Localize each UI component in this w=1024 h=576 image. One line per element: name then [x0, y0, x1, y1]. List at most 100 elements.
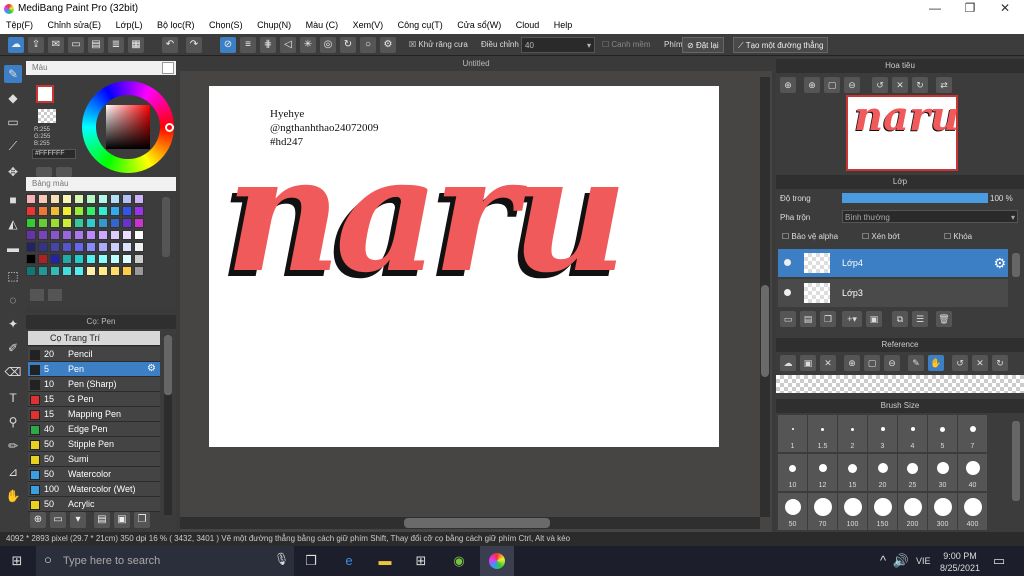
folder-icon[interactable]: ▣ — [114, 512, 130, 528]
zoom-out-icon[interactable]: ⊖ — [844, 77, 860, 93]
task-view-icon[interactable]: ❒ — [302, 552, 320, 570]
rectangle-tool-icon[interactable]: ▭ — [4, 113, 22, 131]
folder-icon[interactable]: ▣ — [866, 311, 882, 327]
cloud-icon[interactable]: ☁ — [8, 37, 24, 53]
palette-swatch[interactable] — [86, 242, 96, 252]
app-icon[interactable]: ◉ — [450, 552, 468, 570]
palette-swatch[interactable] — [86, 254, 96, 264]
brush-size-option[interactable]: 400 — [958, 493, 987, 530]
menu-filter[interactable]: Bộ lọc(R) — [151, 18, 201, 30]
brush-size-option[interactable]: 2 — [838, 415, 867, 452]
layer-item[interactable]: Lớp4 ⚙ — [778, 249, 1008, 277]
palette-swatch[interactable] — [134, 206, 144, 216]
brush-size-option[interactable]: 100 — [838, 493, 867, 530]
delete-layer-icon[interactable]: 🗑 — [936, 311, 952, 327]
palette-swatch[interactable] — [122, 194, 132, 204]
brush-size-option[interactable]: 10 — [778, 454, 807, 491]
brush-item[interactable]: 20 Pencil — [28, 347, 160, 362]
canvas-hscroll[interactable] — [180, 517, 760, 529]
brush-item[interactable]: 15 G Pen — [28, 392, 160, 407]
menu-color[interactable]: Màu (C) — [300, 18, 345, 30]
palette-swatch[interactable] — [134, 254, 144, 264]
palette-swatch[interactable] — [74, 242, 84, 252]
eyedropper-icon[interactable]: ⊿ — [4, 463, 22, 481]
zoom-in-icon[interactable]: ⊕ — [780, 77, 796, 93]
eyedropper-tool-icon[interactable]: ✏ — [4, 437, 22, 455]
palette-swatch[interactable] — [50, 266, 60, 276]
eyedropper-icon[interactable]: ✎ — [908, 355, 924, 371]
palette-swatch[interactable] — [38, 230, 48, 240]
palette-swatch[interactable] — [26, 242, 36, 252]
add-layer-menu-icon[interactable]: +▾ — [842, 311, 862, 327]
comment-icon[interactable]: ✉ — [48, 37, 64, 53]
brush-item[interactable]: 50 Sumi — [28, 452, 160, 467]
select-pen-tool-icon[interactable]: ✐ — [4, 339, 22, 357]
lock-checkbox[interactable]: ☐ Khóa — [944, 232, 972, 241]
windows-start-icon[interactable]: ⊞ — [8, 552, 26, 570]
palette-swatch[interactable] — [134, 230, 144, 240]
brush-size-option[interactable]: 300 — [928, 493, 957, 530]
palette-swatch[interactable] — [50, 230, 60, 240]
bucket-tool-icon[interactable]: ◭ — [4, 215, 22, 233]
palette-swatch[interactable] — [74, 230, 84, 240]
panel-close-icon[interactable] — [162, 62, 174, 74]
palette-swatch[interactable] — [62, 218, 72, 228]
document-tab[interactable]: Untitled — [180, 57, 772, 71]
parallel-snap-icon[interactable]: ≡ — [240, 37, 256, 53]
notification-icon[interactable]: ▭ — [990, 552, 1008, 570]
undo-icon[interactable]: ↶ — [162, 37, 178, 53]
hand-icon[interactable]: ✋ — [928, 355, 944, 371]
close-reference-icon[interactable]: ✕ — [820, 355, 836, 371]
color-wheel[interactable] — [82, 81, 174, 173]
snap-soft-checkbox[interactable]: ☐ Canh mềm — [602, 40, 651, 49]
palette-scrollbar[interactable] — [162, 197, 170, 257]
brush-item[interactable]: 50 Stipple Pen — [28, 437, 160, 452]
maximize-button[interactable]: ❐ — [955, 1, 985, 17]
palette-swatch[interactable] — [110, 254, 120, 264]
palette-swatch[interactable] — [110, 230, 120, 240]
foreground-color-swatch[interactable] — [36, 85, 54, 103]
fit-icon[interactable]: ▢ — [864, 355, 880, 371]
layer-item[interactable]: Lớp3 — [778, 279, 1008, 307]
canvas-vscroll[interactable] — [760, 77, 770, 517]
brush-size-option[interactable]: 200 — [898, 493, 927, 530]
brush-size-option[interactable]: 15 — [838, 454, 867, 491]
minimize-button[interactable]: — — [920, 1, 950, 17]
save-icon[interactable]: ▤ — [88, 37, 104, 53]
layer-scrollbar[interactable] — [1012, 253, 1020, 277]
visibility-icon[interactable] — [784, 289, 791, 296]
merge-icon[interactable]: ⧉ — [892, 311, 908, 327]
brush-size-option[interactable]: 1 — [778, 415, 807, 452]
brush-tool-icon[interactable]: ✎ — [4, 65, 22, 83]
palette-swatch[interactable] — [110, 206, 120, 216]
palette-swatch[interactable] — [74, 194, 84, 204]
palette-swatch[interactable] — [26, 230, 36, 240]
brush-size-option[interactable]: 150 — [868, 493, 897, 530]
chevron-up-icon[interactable]: ^ — [874, 552, 892, 570]
brush-settings-icon[interactable]: ⚙ — [147, 363, 156, 374]
move-tool-icon[interactable]: ✥ — [4, 163, 22, 181]
palette-swatch[interactable] — [38, 206, 48, 216]
ellipse-snap-icon[interactable]: ○ — [360, 37, 376, 53]
saturation-square[interactable] — [106, 105, 150, 149]
palette-swatch[interactable] — [74, 266, 84, 276]
brush-group-header[interactable]: Cọ Trang Trí — [28, 331, 160, 346]
gradient-tool-icon[interactable]: ▬ — [4, 239, 22, 257]
brush-size-option[interactable]: 50 — [778, 493, 807, 530]
palette-swatch[interactable] — [38, 194, 48, 204]
fit-icon[interactable]: ▢ — [824, 77, 840, 93]
palette-swatch[interactable] — [86, 230, 96, 240]
blend-mode-select[interactable]: Bình thường ▾ — [842, 210, 1018, 223]
brush-scrollbar[interactable] — [164, 335, 172, 515]
protect-alpha-checkbox[interactable]: ☐ Bảo vệ alpha — [782, 232, 838, 241]
palette-swatch[interactable] — [110, 218, 120, 228]
menu-window[interactable]: Cửa sổ(W) — [451, 18, 507, 30]
opacity-slider[interactable] — [842, 193, 988, 203]
no-snap-icon[interactable]: ⊘ — [220, 37, 236, 53]
file-explorer-icon[interactable]: ▬ — [376, 552, 394, 570]
palette-swatch[interactable] — [110, 266, 120, 276]
select-tool-icon[interactable]: ⬚ — [4, 267, 22, 285]
brush-item[interactable]: 50 Acrylic — [28, 497, 160, 512]
cross-snap-icon[interactable]: ⋕ — [260, 37, 276, 53]
duplicate-layer-icon[interactable]: ❐ — [820, 311, 836, 327]
